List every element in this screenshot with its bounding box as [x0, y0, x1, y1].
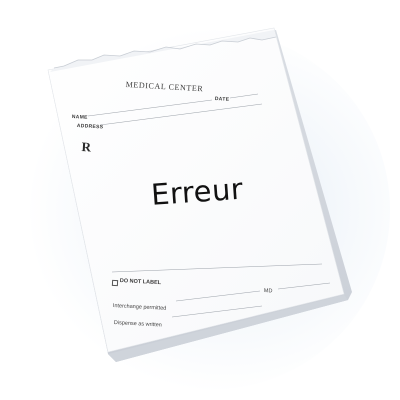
name-label: NAME	[71, 114, 88, 121]
rx-symbol: R	[81, 139, 92, 155]
handwritten-text: Erreur	[150, 171, 245, 212]
prescription-pad-scene: MEDICAL CENTER NAME DATE ADDRESS R Erreu…	[0, 0, 400, 400]
do-not-label-checkbox	[111, 279, 119, 287]
date-label: DATE	[214, 96, 230, 103]
background-glow	[30, 30, 390, 390]
md-label: MD	[263, 288, 273, 295]
